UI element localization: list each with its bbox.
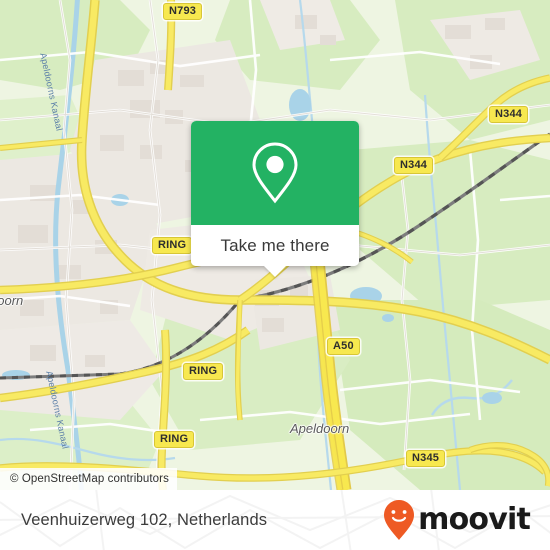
footer-bar: Veenhuizerweg 102, Netherlands moovit [0, 490, 550, 550]
road-shield-n345: N345 [406, 450, 446, 467]
moovit-wordmark: moovit [418, 502, 531, 537]
map-pin-icon [252, 142, 298, 204]
take-me-there-button[interactable]: Take me there [191, 225, 359, 266]
road-shield-ring-mid: RING [183, 363, 224, 380]
map-screenshot: Apeldoorn doorn Apeldoorns Kanaal Apeldo… [0, 0, 550, 550]
road-shield-ring-north: RING [152, 237, 193, 254]
moovit-pin-smiley-icon [384, 500, 415, 540]
road-shield-n793: N793 [163, 3, 203, 20]
take-me-there-popup[interactable]: Take me there [191, 121, 359, 277]
road-shield-n344-west: N344 [394, 157, 434, 174]
road-shield-a50: A50 [327, 338, 360, 355]
map-attribution[interactable]: © OpenStreetMap contributors [0, 468, 177, 490]
road-shield-n344-east: N344 [489, 106, 529, 123]
road-shield-ring-south: RING [154, 431, 195, 448]
address-label: Veenhuizerweg 102, Netherlands [21, 510, 268, 529]
moovit-brand[interactable]: moovit [382, 499, 531, 541]
popup-icon-area [191, 121, 359, 225]
popup-tail [264, 266, 286, 277]
